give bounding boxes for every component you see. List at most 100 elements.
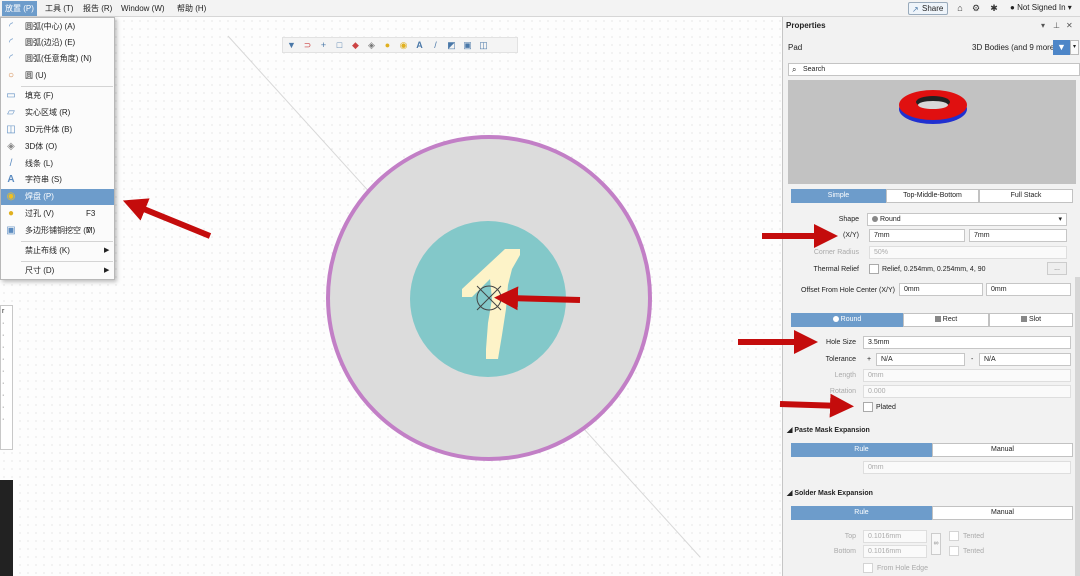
menu-item-solid-region[interactable]: ▱ 实心区域 (R) [1, 105, 114, 121]
close-icon[interactable]: ✕ [1066, 21, 1073, 30]
chevron-down-icon: ▾ [1072, 44, 1076, 50]
tab-hole-slot[interactable]: Slot [989, 313, 1073, 327]
via-icon: ● [7, 208, 15, 219]
menu-item-3d-body[interactable]: ◈ 3D体 (O) [1, 139, 114, 155]
home-icon[interactable]: ⌂ [954, 2, 966, 14]
tab-hole-rect[interactable]: Rect [903, 313, 989, 327]
search-input[interactable]: ⌕ Search [788, 63, 1080, 76]
tolerance-label: Tolerance [825, 356, 856, 363]
tab-simple[interactable]: Simple [791, 189, 886, 203]
paste-mask-input[interactable]: 0mm [863, 461, 1071, 474]
align-icon[interactable]: ◆ [349, 39, 362, 52]
offset-y-input[interactable]: 0mm [986, 283, 1071, 296]
list-item[interactable]: · [1, 318, 12, 330]
3d-body-icon: ◈ [7, 141, 15, 152]
thermal-relief-checkbox[interactable] [869, 264, 879, 274]
solder-mask-section-header[interactable]: ◢ Solder Mask Expansion [787, 489, 873, 497]
menu-item-dimension[interactable]: 尺寸 (D) ▶ [1, 263, 114, 279]
region-tool-icon[interactable]: ◩ [445, 39, 458, 52]
tab-solder-rule[interactable]: Rule [791, 506, 932, 520]
menu-item-circle[interactable]: ○ 圆 (U) [1, 68, 114, 84]
thermal-relief-edit-button[interactable]: ... [1047, 262, 1067, 275]
link-icon[interactable]: ∞ [931, 533, 941, 555]
shape-select[interactable]: Round ▾ [867, 213, 1067, 226]
tab-paste-manual[interactable]: Manual [932, 443, 1073, 457]
pcb-canvas[interactable]: ▼ ⊃ + □ ◆ ◈ ● ◉ A / ◩ ▣ ◫ [0, 17, 782, 576]
menu-place[interactable]: 放置 (P) [2, 1, 37, 16]
snap-icon[interactable]: ⊃ [301, 39, 314, 52]
menu-separator [21, 241, 113, 242]
user-account[interactable]: ● Not Signed In ▾ [1010, 2, 1072, 14]
plated-checkbox[interactable] [863, 402, 873, 412]
menu-item-label: 圆弧(任意角度) (N) [25, 54, 92, 63]
menu-help[interactable]: 帮助 (H) [174, 1, 209, 16]
via-tool-icon[interactable]: ◉ [397, 39, 410, 52]
size-x-input[interactable]: 7mm [869, 229, 965, 242]
panel-menu-icon[interactable]: ▾ [1041, 21, 1045, 30]
menu-item-pad[interactable]: ◉ 焊盘 (P) [1, 189, 114, 205]
gear-icon[interactable]: ⚙ [970, 2, 982, 14]
menu-item-string[interactable]: A 字符串 (S) [1, 172, 114, 188]
tab-top-middle-bottom[interactable]: Top-Middle-Bottom [886, 189, 979, 203]
menu-item-line[interactable]: / 线条 (L) [1, 156, 114, 172]
menu-item-arc-any-angle[interactable]: ◜ 圆弧(任意角度) (N) [1, 51, 114, 67]
menu-item-3d-component-body[interactable]: ◫ 3D元件体 (B) [1, 122, 114, 138]
fill-icon: ▭ [6, 90, 16, 101]
list-item[interactable]: · [1, 402, 12, 414]
list-item[interactable]: · [1, 354, 12, 366]
rotation-input[interactable]: 0.000 [863, 385, 1071, 398]
menu-item-fill[interactable]: ▭ 填充 (F) [1, 88, 114, 104]
menu-item-arc-center[interactable]: ◜ 圆弧(中心) (A) [1, 19, 114, 35]
list-item[interactable]: · [1, 330, 12, 342]
tolerance-plus-input[interactable]: N/A [876, 353, 965, 366]
list-item[interactable]: · [1, 378, 12, 390]
3d-body-icon[interactable]: ◈ [365, 39, 378, 52]
line-tool-icon[interactable]: / [429, 39, 442, 52]
section-title: Solder Mask Expansion [794, 490, 873, 497]
tented-bottom-checkbox[interactable] [949, 546, 959, 556]
pad-tool-icon[interactable]: ● [381, 39, 394, 52]
menu-item-polygon-cutout[interactable]: ▣ 多边形铺铜挖空 (M) 7 [1, 223, 114, 239]
hole-size-input[interactable]: 3.5mm [863, 336, 1071, 349]
cutout-tool-icon[interactable]: ◫ [477, 39, 490, 52]
share-button[interactable]: ↗ Share [908, 2, 948, 15]
menu-item-arc-edge[interactable]: ◜ 圆弧(边沿) (E) [1, 35, 114, 51]
filter-dropdown[interactable]: ▾ [1070, 40, 1079, 55]
pin-icon[interactable]: ⊥ [1053, 21, 1060, 30]
size-y-input[interactable]: 7mm [969, 229, 1067, 242]
panel-scrollbar[interactable] [1075, 277, 1080, 576]
stack-mode-tabs: Simple Top-Middle-Bottom Full Stack [791, 189, 1073, 203]
tented-top-checkbox[interactable] [949, 531, 959, 541]
extensions-icon[interactable]: ✱ [988, 2, 1000, 14]
list-item[interactable]: · [1, 366, 12, 378]
menu-reports[interactable]: 报告 (R) [80, 1, 115, 16]
tab-hole-round[interactable]: Round [791, 313, 903, 327]
top-mask-input[interactable]: 0.1016mm [863, 530, 927, 543]
filter-icon: ▼ [1057, 42, 1066, 52]
filter-icon[interactable]: ▼ [285, 39, 298, 52]
bottom-mask-input[interactable]: 0.1016mm [863, 545, 927, 558]
menu-item-keepout[interactable]: 禁止布线 (K) ▶ [1, 243, 114, 259]
menu-item-via[interactable]: ● 过孔 (V) F3 [1, 206, 114, 222]
menu-window[interactable]: Window (W) [118, 1, 168, 16]
menu-item-label: 尺寸 (D) [25, 266, 55, 275]
offset-x-input[interactable]: 0mm [899, 283, 983, 296]
corner-radius-input[interactable]: 50% [869, 246, 1067, 259]
tab-full-stack[interactable]: Full Stack [979, 189, 1073, 203]
select-rect-icon[interactable]: □ [333, 39, 346, 52]
filter-button[interactable]: ▼ [1053, 40, 1070, 55]
length-input[interactable]: 0mm [863, 369, 1071, 382]
move-icon[interactable]: + [317, 39, 330, 52]
tab-solder-manual[interactable]: Manual [932, 506, 1073, 520]
list-item[interactable]: · [1, 342, 12, 354]
menu-tools[interactable]: 工具 (T) [42, 1, 76, 16]
paste-mask-section-header[interactable]: ◢ Paste Mask Expansion [787, 426, 870, 434]
list-item[interactable]: · [1, 390, 12, 402]
list-item[interactable]: · [1, 414, 12, 426]
chevron-down-icon: ▾ [1058, 216, 1062, 223]
text-tool-icon[interactable]: A [413, 39, 426, 52]
tolerance-minus-input[interactable]: N/A [979, 353, 1071, 366]
from-hole-edge-checkbox[interactable] [863, 563, 873, 573]
keepout-tool-icon[interactable]: ▣ [461, 39, 474, 52]
tab-paste-rule[interactable]: Rule [791, 443, 932, 457]
